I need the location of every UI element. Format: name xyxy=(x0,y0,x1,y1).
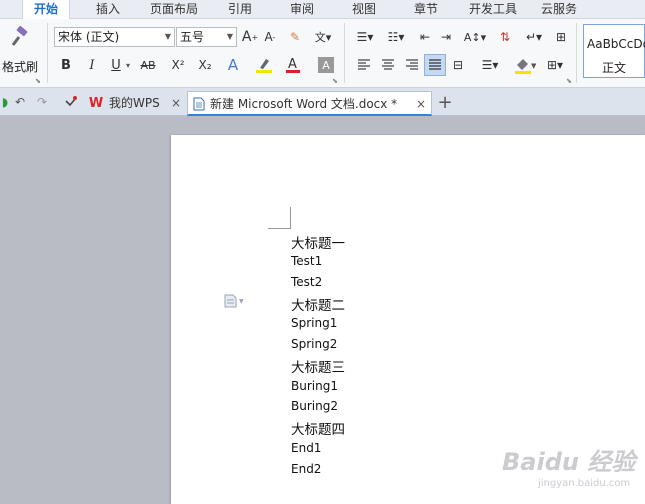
font-name-value: 宋体 (正文) xyxy=(58,30,120,44)
save-icon[interactable]: ◗ xyxy=(0,94,10,110)
ribbon-divider xyxy=(344,23,345,83)
clipboard-launcher-icon[interactable]: ⬊ xyxy=(35,77,41,85)
align-right-icon[interactable] xyxy=(403,55,421,75)
watermark-brand: Baidu 经验 xyxy=(502,448,636,476)
font-size-select[interactable]: 五号 ▼ xyxy=(176,27,237,47)
distribute-icon[interactable]: ⊟ xyxy=(449,55,467,75)
bullets-icon[interactable]: ☰▾ xyxy=(352,27,378,47)
wps-logo-icon: W xyxy=(88,95,104,111)
document-line: End1 xyxy=(291,441,322,455)
menu-tab-view[interactable]: 视图 xyxy=(342,0,386,19)
numbering-icon[interactable]: ☷▾ xyxy=(383,27,409,47)
watermark-url: jingyan.baidu.com xyxy=(538,478,631,489)
chevron-down-icon: ▼ xyxy=(164,32,171,41)
subscript-button[interactable]: X₂ xyxy=(195,55,215,75)
phonetic-guide-icon[interactable]: 文▾ xyxy=(310,27,336,47)
text-effects-icon[interactable]: A xyxy=(224,55,242,75)
menu-tab-cloud[interactable]: 云服务 xyxy=(532,0,586,19)
document-line: Test1 xyxy=(291,254,323,268)
redo-icon[interactable]: ↷ xyxy=(34,94,50,110)
tab-document[interactable]: 新建 Microsoft Word 文档.docx * × xyxy=(187,91,432,116)
close-icon[interactable]: × xyxy=(416,92,426,117)
table-icon[interactable]: ⊞ xyxy=(552,27,570,47)
strikethrough-button[interactable]: AB xyxy=(136,55,160,75)
menu-tab-chapter[interactable]: 章节 xyxy=(404,0,448,19)
close-icon[interactable]: × xyxy=(171,91,181,116)
style-name: 正文 xyxy=(602,61,627,75)
tab-label: 新建 Microsoft Word 文档.docx * xyxy=(210,97,398,111)
document-icon xyxy=(192,97,206,111)
increase-indent-icon[interactable]: ⇥ xyxy=(437,27,455,47)
highlight-icon[interactable] xyxy=(254,55,274,75)
ribbon: 格式刷 ⬊ 宋体 (正文) ▼ 五号 ▼ A + A- ✎ 文▾ B I U ▾ … xyxy=(0,19,645,88)
ribbon-divider xyxy=(576,23,577,83)
italic-button[interactable]: I xyxy=(84,55,100,75)
font-size-value: 五号 xyxy=(180,30,205,44)
paragraph-launcher-icon[interactable]: ⬊ xyxy=(566,77,572,85)
style-sample-text: AaBbCcDd xyxy=(587,37,645,51)
align-left-icon[interactable] xyxy=(355,55,373,75)
font-name-select[interactable]: 宋体 (正文) ▼ xyxy=(54,27,175,47)
undo-icon[interactable]: ↶ xyxy=(12,94,28,110)
chevron-down-icon: ▼ xyxy=(226,32,233,41)
menu-tab-home[interactable]: 开始 xyxy=(22,0,70,20)
document-line: Buring2 xyxy=(291,399,338,413)
new-tab-button[interactable]: + xyxy=(436,92,454,113)
superscript-button[interactable]: X² xyxy=(168,55,188,75)
document-line: Test2 xyxy=(291,275,323,289)
style-normal-tile[interactable]: AaBbCcDd 正文 xyxy=(583,24,645,78)
document-line: 大标题一 xyxy=(291,236,345,252)
tab-my-wps[interactable]: W 我的WPS × xyxy=(85,91,186,116)
align-center-icon[interactable] xyxy=(379,55,397,75)
document-line: 大标题三 xyxy=(291,360,345,376)
decrease-indent-icon[interactable]: ⇤ xyxy=(416,27,434,47)
bold-button[interactable]: B xyxy=(58,55,74,75)
margin-corner-mark xyxy=(268,207,291,229)
document-line: 大标题四 xyxy=(291,422,345,438)
document-line: Spring1 xyxy=(291,316,338,330)
chevron-down-icon[interactable]: ▾ xyxy=(124,55,132,75)
svg-text:A: A xyxy=(288,57,297,72)
ribbon-divider xyxy=(47,23,48,83)
pin-tabs-icon[interactable] xyxy=(63,94,79,110)
underline-button[interactable]: U xyxy=(108,55,124,75)
svg-text:▼: ▼ xyxy=(531,62,536,70)
document-line: 大标题二 xyxy=(291,298,345,314)
paragraph-shading-icon[interactable]: ▼ xyxy=(512,55,538,75)
shrink-font-icon[interactable]: A- xyxy=(262,27,278,47)
tab-label: 我的WPS xyxy=(109,96,160,110)
format-painter-label[interactable]: 格式刷 xyxy=(2,58,38,75)
sort-icon[interactable]: ⇅ xyxy=(496,27,514,47)
document-line: Buring1 xyxy=(291,379,338,393)
format-painter-icon[interactable] xyxy=(8,26,30,48)
text-direction-icon[interactable]: A↕▾ xyxy=(462,27,488,47)
menu-tab-references[interactable]: 引用 xyxy=(218,0,262,19)
baidu-watermark: Baidu 经验 jingyan.baidu.com xyxy=(480,430,645,504)
character-shading-icon[interactable]: A xyxy=(318,57,334,73)
document-line: End2 xyxy=(291,462,322,476)
borders-icon[interactable]: ⊞▾ xyxy=(542,55,568,75)
menu-bar: 开始 插入 页面布局 引用 审阅 视图 章节 开发工具 云服务 xyxy=(0,0,645,20)
grow-font-icon[interactable]: A + xyxy=(241,27,259,47)
menu-tab-review[interactable]: 审阅 xyxy=(280,0,324,19)
justify-icon[interactable] xyxy=(424,54,446,76)
font-color-icon[interactable]: A xyxy=(284,55,302,75)
font-launcher-icon[interactable]: ⬊ xyxy=(332,77,338,85)
menu-tab-insert[interactable]: 插入 xyxy=(84,0,132,19)
paragraph-layout-icon[interactable]: ▼ xyxy=(224,294,246,312)
svg-text:▼: ▼ xyxy=(239,298,244,305)
show-marks-icon[interactable]: ↵▾ xyxy=(524,27,544,47)
line-spacing-icon[interactable]: ☰▾ xyxy=(478,55,502,75)
menu-tab-developer[interactable]: 开发工具 xyxy=(462,0,524,19)
document-tab-bar: ◗ ↶ ↷ W 我的WPS × 新建 Microsoft Word 文档.doc… xyxy=(0,88,645,116)
menu-tab-page-layout[interactable]: 页面布局 xyxy=(143,0,205,19)
document-line: Spring2 xyxy=(291,337,338,351)
clear-format-icon[interactable]: ✎ xyxy=(286,27,304,47)
